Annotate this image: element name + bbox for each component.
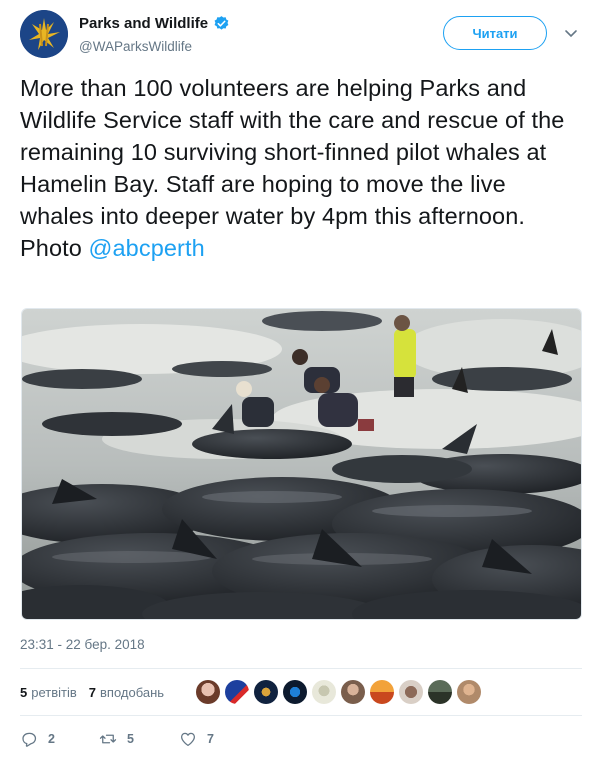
like-count: 7 (207, 732, 214, 746)
liker-avatar[interactable] (312, 680, 336, 704)
retweet-count: 5 (127, 732, 134, 746)
liker-avatar[interactable] (457, 680, 481, 704)
retweets-count: 5 (20, 684, 28, 700)
divider (20, 668, 582, 669)
tweet-header: Parks and Wildlife @WAParksWildlife Чита… (20, 10, 582, 62)
account-handle[interactable]: @WAParksWildlife (79, 39, 192, 54)
liker-avatars (196, 680, 486, 704)
retweets-label: ретвітів (31, 684, 77, 700)
tweet-timestamp[interactable]: 23:31 - 22 бер. 2018 (20, 637, 145, 652)
like-button[interactable]: 7 (179, 730, 214, 748)
follow-button[interactable]: Читати (443, 16, 547, 50)
divider (20, 715, 582, 716)
liker-avatar[interactable] (196, 680, 220, 704)
tweet-stats: 5 ретвітів 7 вподобань (20, 682, 176, 702)
tweet-body: More than 100 volunteers are helping Par… (20, 75, 565, 261)
liker-avatar[interactable] (225, 680, 249, 704)
retweet-button[interactable]: 5 (99, 730, 179, 748)
retweet-icon (99, 734, 117, 744)
account-name[interactable]: Parks and Wildlife (79, 15, 208, 32)
reply-icon (22, 732, 37, 747)
mention-link[interactable]: @abcperth (89, 235, 205, 261)
liker-avatar[interactable] (370, 680, 394, 704)
heart-icon (180, 732, 196, 747)
likes-count: 7 (88, 684, 96, 700)
reply-count: 2 (48, 732, 55, 746)
liker-avatar[interactable] (428, 680, 452, 704)
tweet-photo[interactable] (21, 308, 582, 620)
liker-avatar[interactable] (341, 680, 365, 704)
liker-avatar[interactable] (283, 680, 307, 704)
likes-stat[interactable]: 7 вподобань (89, 685, 164, 700)
reply-button[interactable]: 2 (20, 730, 99, 748)
retweets-stat[interactable]: 5 ретвітів (20, 685, 77, 700)
liker-avatar[interactable] (254, 680, 278, 704)
chevron-down-icon[interactable] (564, 28, 578, 40)
liker-avatar[interactable] (399, 680, 423, 704)
tweet-text: More than 100 volunteers are helping Par… (20, 72, 585, 264)
tweet-actions: 2 5 7 (20, 728, 214, 750)
account-avatar[interactable] (20, 10, 68, 58)
likes-label: вподобань (100, 684, 165, 700)
verified-badge-icon (214, 16, 229, 30)
account-name-row: Parks and Wildlife (79, 15, 230, 32)
